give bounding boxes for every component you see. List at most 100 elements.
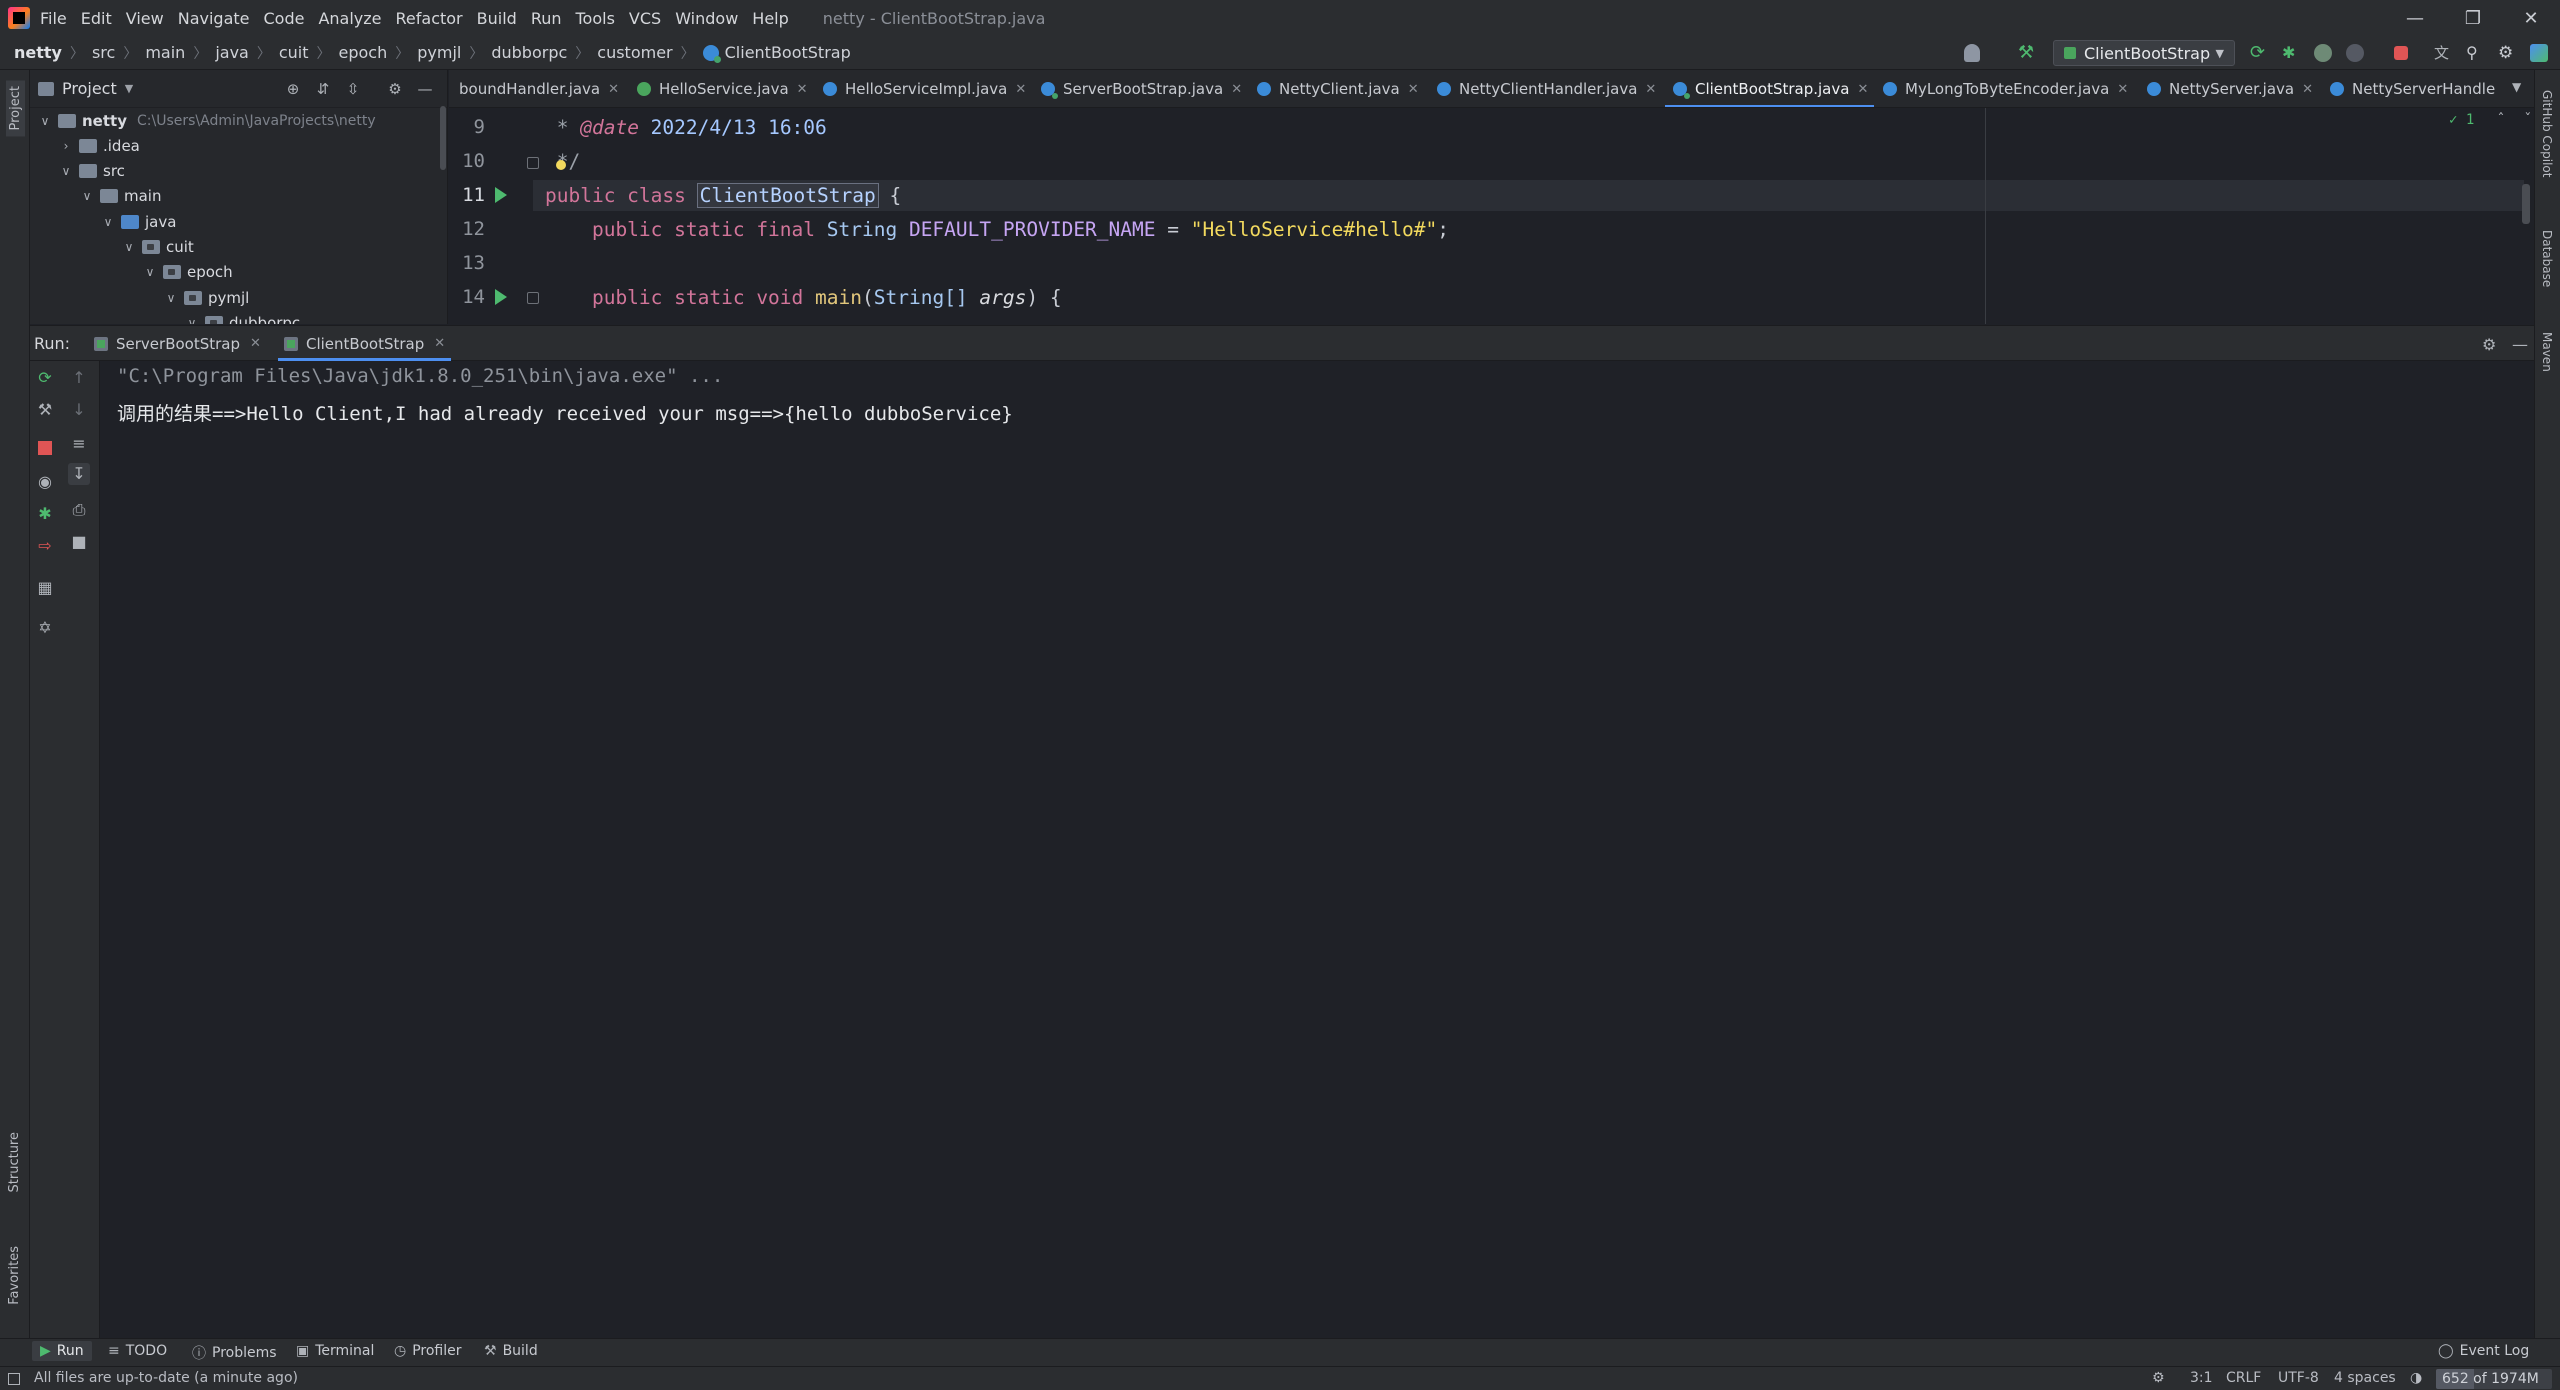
intention-bulb-icon[interactable]	[556, 160, 566, 170]
github-copilot-tool-button[interactable]: GitHub Copilot	[2540, 90, 2554, 177]
chevron-down-icon[interactable]: ∨	[143, 265, 157, 279]
editor-tab[interactable]: NettyClientHandler.java ✕	[1437, 70, 1656, 107]
problems-tool-tab[interactable]: ⓘ Problems	[192, 1343, 277, 1363]
close-tab-icon[interactable]: ✕	[1408, 82, 1419, 97]
breadcrumb-item[interactable]: 〉 java	[185, 43, 249, 63]
chevron-down-icon[interactable]: ∨	[122, 240, 136, 254]
inspection-widget[interactable]: ✓ 1 ˆ ˇ	[2449, 112, 2532, 128]
favorites-tool-button[interactable]: Favorites	[7, 1246, 22, 1305]
chevron-down-icon[interactable]: ∨	[80, 189, 94, 203]
editor-tab[interactable]: NettyServer.java ✕	[2147, 70, 2313, 107]
translate-icon[interactable]: 文	[2434, 44, 2452, 62]
run-console[interactable]: "C:\Program Files\Java\jdk1.8.0_251\bin\…	[101, 361, 2534, 1338]
chevron-down-icon[interactable]: ▼	[125, 82, 133, 95]
breadcrumb-item[interactable]: netty	[14, 43, 62, 62]
minimize-icon[interactable]: —	[2386, 0, 2444, 36]
stop-icon[interactable]	[2394, 46, 2408, 60]
tree-node[interactable]: ∨ cuit	[122, 235, 194, 260]
editor-tab[interactable]: HelloServiceImpl.java ✕	[823, 70, 1026, 107]
debug-icon[interactable]: ✱	[36, 505, 54, 523]
editor-tab[interactable]: boundHandler.java ✕	[459, 70, 619, 107]
close-tab-icon[interactable]: ✕	[797, 82, 808, 97]
chevron-up-icon[interactable]: ˆ	[2497, 112, 2505, 128]
maven-tool-button[interactable]: Maven	[2540, 332, 2554, 372]
project-view-select[interactable]: Project	[62, 79, 117, 98]
structure-tool-button[interactable]: Structure	[7, 1132, 22, 1192]
code-editor[interactable]: 9 10 11 12 13 14 * @date 2022/4/13 16:06…	[449, 108, 2534, 324]
close-tab-icon[interactable]: ✕	[1231, 82, 1242, 97]
tree-node[interactable]: ∨ pymjl	[164, 285, 250, 310]
debug-icon[interactable]: ✱	[2282, 44, 2300, 62]
profile-icon[interactable]	[2346, 44, 2364, 62]
plugin-update-icon[interactable]	[2530, 44, 2548, 62]
breadcrumb-item[interactable]: 〉 pymjl	[387, 43, 461, 63]
database-tool-button[interactable]: Database	[2540, 230, 2554, 287]
editor-tab[interactable]: NettyServerHandle	[2330, 70, 2495, 107]
tree-node[interactable]: ∨ java	[101, 209, 177, 234]
tree-node[interactable]: › .idea	[59, 133, 140, 158]
close-tab-icon[interactable]: ✕	[1645, 82, 1656, 97]
menu-item-edit[interactable]: Edit	[81, 9, 112, 28]
editor-tab[interactable]: NettyClient.java ✕	[1257, 70, 1419, 107]
run-tab-serverbootstrap[interactable]: ServerBootStrap ✕	[94, 326, 261, 361]
breadcrumb-item[interactable]: 〉 customer	[567, 43, 672, 63]
hide-panel-icon[interactable]: —	[416, 80, 434, 98]
close-tab-icon[interactable]: ✕	[1015, 82, 1026, 97]
tab-list-chevron-icon[interactable]: ▼	[2512, 80, 2521, 94]
project-tool-button[interactable]: Project	[6, 80, 25, 137]
project-scrollbar[interactable]	[440, 106, 446, 170]
tree-node[interactable]: ∨ epoch	[143, 260, 233, 285]
menu-item-run[interactable]: Run	[531, 9, 562, 28]
chevron-down-icon[interactable]: ∨	[38, 114, 52, 128]
breadcrumb-item[interactable]: 〉 epoch	[309, 43, 388, 63]
gear-icon[interactable]: ⚙	[2482, 335, 2496, 354]
arrow-down-icon[interactable]: ↓	[70, 401, 88, 419]
pin-icon[interactable]: ✡	[36, 619, 54, 637]
run-gutter-icon[interactable]	[495, 187, 507, 203]
editor-tab[interactable]: HelloService.java ✕	[637, 70, 808, 107]
close-tab-icon[interactable]: ✕	[2117, 82, 2128, 97]
rerun-icon[interactable]: ⟳	[2250, 44, 2268, 62]
menu-item-file[interactable]: File	[40, 9, 67, 28]
menu-item-view[interactable]: View	[126, 9, 164, 28]
stop-icon[interactable]	[38, 441, 52, 455]
fold-icon[interactable]	[527, 157, 539, 169]
indent-setting[interactable]: 4 spaces	[2334, 1370, 2396, 1386]
build-tool-tab[interactable]: ⚒ Build	[484, 1343, 538, 1359]
build-hammer-icon[interactable]: ⚒	[2018, 44, 2036, 62]
locate-file-icon[interactable]: ⊕	[284, 80, 302, 98]
gear-icon[interactable]: ⚙	[386, 80, 404, 98]
close-tab-icon[interactable]: ✕	[608, 82, 619, 97]
close-tab-icon[interactable]: ✕	[1857, 82, 1868, 97]
print-icon[interactable]: ⎙	[70, 501, 88, 519]
fold-icon[interactable]	[527, 292, 539, 304]
camera-icon[interactable]: ◉	[36, 473, 54, 491]
coverage-icon[interactable]	[2314, 44, 2332, 62]
user-icon[interactable]	[1964, 44, 1980, 62]
profiler-tool-tab[interactable]: ◷ Profiler	[394, 1343, 462, 1359]
git-status-icon[interactable]: ⚙	[2152, 1370, 2165, 1386]
memory-indicator[interactable]: 652 of 1974M	[2436, 1369, 2552, 1389]
close-tab-icon[interactable]: ✕	[250, 336, 261, 351]
terminal-tool-tab[interactable]: ▣ Terminal	[296, 1343, 374, 1359]
scroll-to-end-icon[interactable]: ↧	[68, 463, 90, 485]
menu-item-navigate[interactable]: Navigate	[178, 9, 250, 28]
toggle-tool-windows-icon[interactable]	[8, 1373, 20, 1385]
editor-tab[interactable]: ServerBootStrap.java ✕	[1041, 70, 1242, 107]
tree-node[interactable]: ∨ dubborpc	[185, 310, 300, 324]
run-gutter-icon[interactable]	[495, 289, 507, 305]
menu-item-tools[interactable]: Tools	[576, 9, 615, 28]
close-window-icon[interactable]: ✕	[2502, 0, 2560, 36]
arrow-up-icon[interactable]: ↑	[70, 369, 88, 387]
chevron-down-icon[interactable]: ∨	[185, 316, 199, 324]
menu-item-vcs[interactable]: VCS	[629, 9, 661, 28]
chevron-right-icon[interactable]: ›	[59, 139, 73, 153]
expand-all-icon[interactable]: ⇵	[314, 80, 332, 98]
chevron-down-icon[interactable]: ∨	[101, 215, 115, 229]
tree-node[interactable]: ∨ netty C:\Users\Admin\JavaProjects\netty	[38, 108, 376, 133]
restore-icon[interactable]: ❐	[2444, 0, 2502, 36]
breadcrumb-item[interactable]: 〉 ClientBootStrap	[673, 43, 851, 63]
run-tool-tab[interactable]: ▶ Run	[32, 1341, 92, 1361]
trash-icon[interactable]: ■	[70, 533, 88, 551]
tree-node[interactable]: ∨ src	[59, 159, 125, 184]
